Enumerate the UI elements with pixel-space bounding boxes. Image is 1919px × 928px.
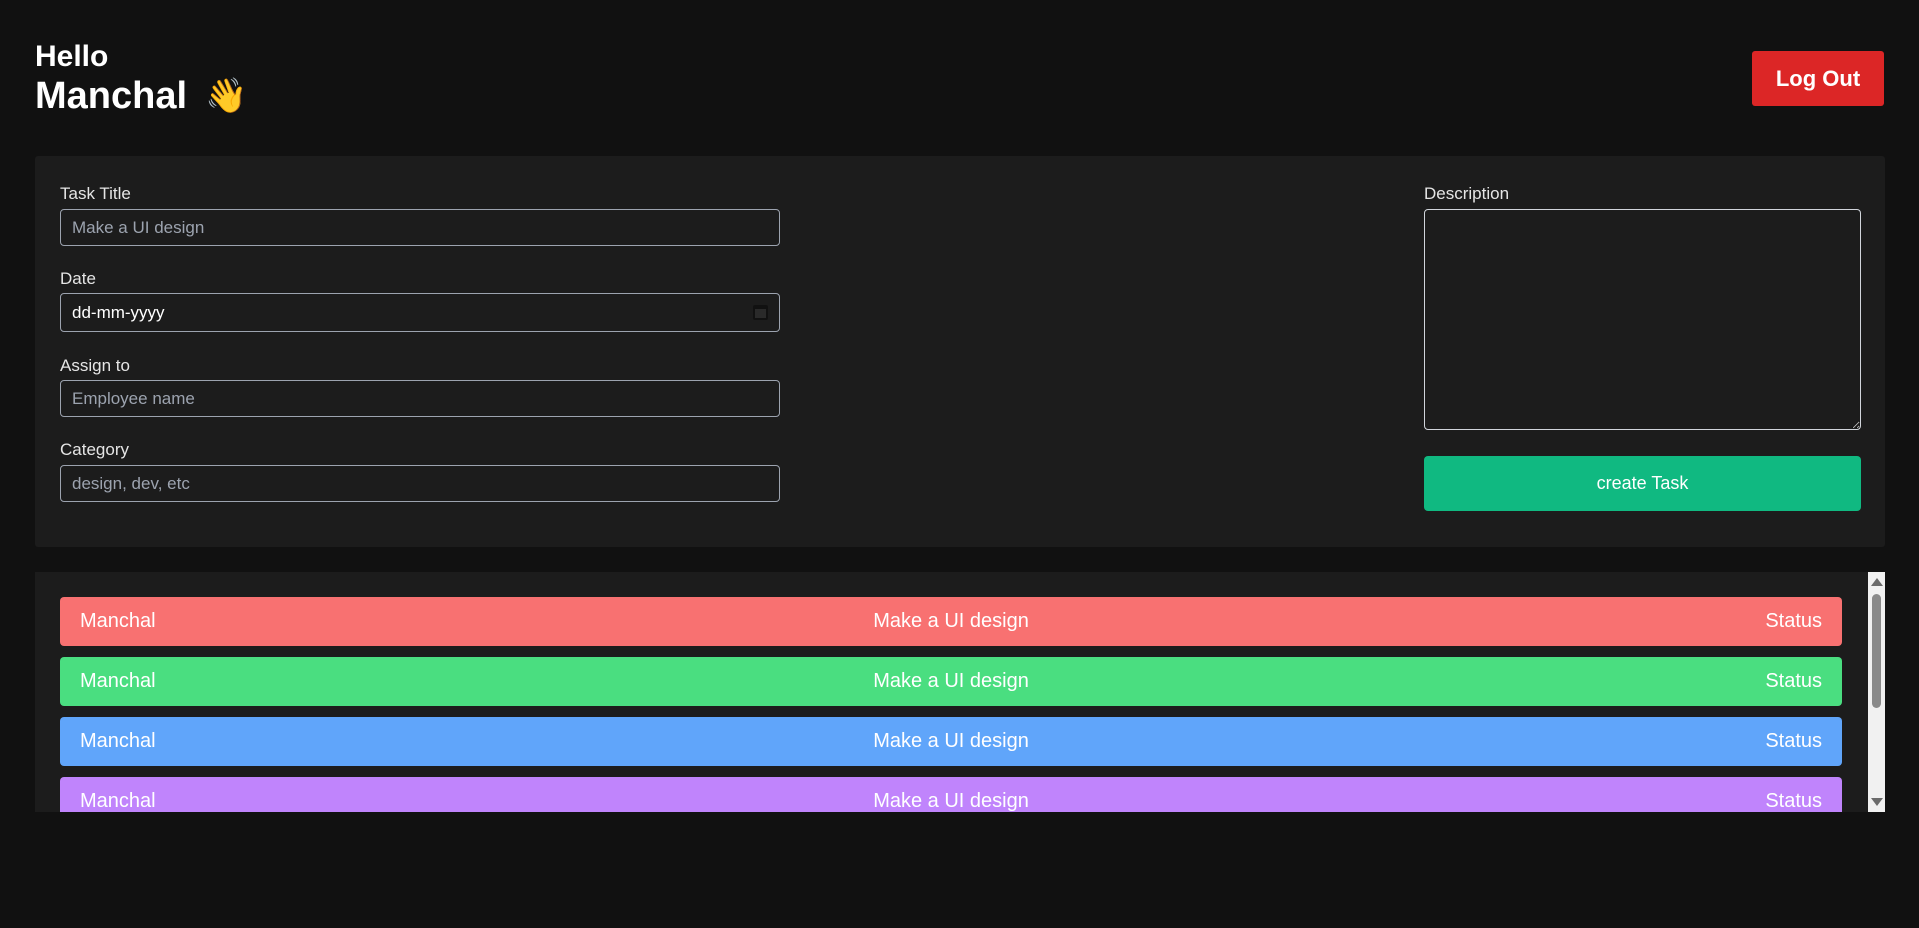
greeting: Hello Manchal 👋 (35, 40, 247, 118)
user-name: Manchal (35, 75, 188, 117)
task-row[interactable]: Manchal Make a UI design Status (60, 597, 1842, 646)
task-title: Make a UI design (873, 610, 1029, 632)
task-row[interactable]: Manchal Make a UI design Status (60, 717, 1842, 766)
description-textarea[interactable] (1424, 209, 1861, 430)
task-assignee: Manchal (80, 610, 156, 632)
task-title: Make a UI design (873, 790, 1029, 812)
scroll-up-arrow-icon[interactable] (1871, 578, 1883, 586)
assign-to-label: Assign to (60, 356, 130, 375)
task-list[interactable]: Manchal Make a UI design Status Manchal … (35, 572, 1885, 812)
task-title-input[interactable] (60, 209, 780, 246)
task-status: Status (1765, 610, 1823, 632)
task-status: Status (1765, 670, 1823, 692)
create-task-button[interactable]: create Task (1424, 456, 1861, 511)
task-status: Status (1765, 790, 1823, 812)
create-task-form: Task Title Date dd-mm-yyyy Assign to Cat… (35, 156, 1885, 547)
logout-button[interactable]: Log Out (1752, 51, 1884, 106)
task-assignee: Manchal (80, 730, 156, 752)
description-label: Description (1424, 184, 1510, 203)
task-status: Status (1765, 730, 1823, 752)
task-title: Make a UI design (873, 670, 1029, 692)
calendar-icon[interactable] (753, 305, 768, 320)
task-assignee: Manchal (80, 670, 156, 692)
waving-hand-icon: 👋 (205, 77, 248, 115)
date-placeholder: dd-mm-yyyy (72, 302, 165, 322)
greeting-hello: Hello (35, 40, 109, 73)
date-label: Date (60, 269, 96, 288)
greeting-name-line: Manchal 👋 (35, 74, 247, 118)
date-input[interactable]: dd-mm-yyyy (60, 293, 780, 332)
assign-to-input[interactable] (60, 380, 780, 417)
category-label: Category (60, 440, 129, 459)
page: Hello Manchal 👋 Log Out Task Title Date … (0, 0, 1919, 928)
task-row[interactable]: Manchal Make a UI design Status (60, 657, 1842, 706)
scroll-down-arrow-icon[interactable] (1871, 798, 1883, 806)
task-list-scrollbar[interactable] (1868, 572, 1885, 812)
header: Hello Manchal 👋 Log Out (35, 0, 1884, 155)
task-assignee: Manchal (80, 790, 156, 812)
category-input[interactable] (60, 465, 780, 502)
scrollbar-thumb[interactable] (1872, 594, 1881, 708)
task-title: Make a UI design (873, 730, 1029, 752)
task-title-label: Task Title (60, 184, 131, 203)
task-row[interactable]: Manchal Make a UI design Status (60, 777, 1842, 812)
